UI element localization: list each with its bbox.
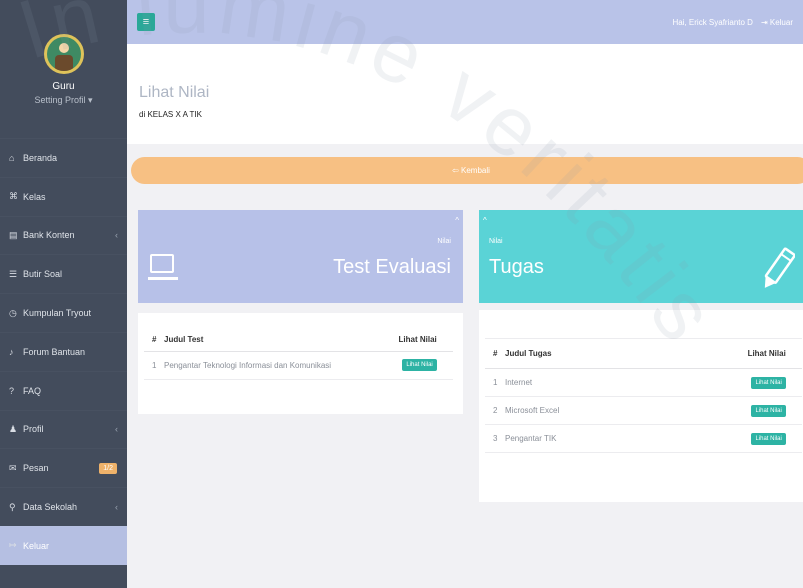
tugas-panel: # Judul Tugas Lihat Nilai 1 Internet Lih… [479, 310, 803, 502]
sidebar-item-label: FAQ [23, 385, 42, 396]
test-evaluasi-widget[interactable]: ^ Nilai Test Evaluasi [138, 210, 463, 303]
back-button[interactable]: ⇦ Kembali [131, 157, 803, 184]
logout-link[interactable]: ⇥ Keluar [761, 18, 793, 27]
sidebar-item-label: Bank Konten [23, 230, 75, 241]
class-icon: ⌘ [9, 191, 18, 202]
sidebar: Guru Setting Profil ▾ ⌂ Beranda ⌘ Kelas ▤ B… [0, 0, 127, 588]
sidebar-item-profil[interactable]: ♟ Profil ‹ [0, 410, 127, 449]
table-header-row: # Judul Test Lihat Nilai [144, 329, 453, 352]
sidebar-item-label: Beranda [23, 152, 58, 163]
lihat-nilai-button[interactable]: Lihat Nilai [402, 359, 437, 371]
topbar-user-area: Hai, Erick Syafrianto D ⇥ Keluar [672, 18, 793, 27]
sidebar-item-forum-bantuan[interactable]: ♪ Forum Bantuan [0, 332, 127, 371]
sidebar-item-label: Pesan [23, 463, 49, 474]
pencil-icon [764, 247, 795, 288]
table-header-row: # Judul Tugas Lihat Nilai [485, 338, 802, 369]
column-header-title: Judul Test [164, 329, 382, 352]
row-title: Microsoft Excel [505, 396, 654, 425]
forum-icon: ♪ [9, 346, 14, 357]
tryout-icon: ◷ [9, 307, 17, 318]
chevron-left-icon: ‹ [115, 502, 118, 513]
test-evaluasi-panel: # Judul Test Lihat Nilai 1 Pengantar Tek… [138, 313, 463, 414]
test-evaluasi-table: # Judul Test Lihat Nilai 1 Pengantar Tek… [144, 329, 453, 380]
profile-name: Guru [52, 81, 75, 92]
row-number: 1 [485, 368, 505, 397]
table-row: 3 Pengantar TIK Lihat Nilai [485, 424, 802, 453]
sidebar-item-beranda[interactable]: ⌂ Beranda [0, 138, 127, 177]
profile-setting-menu[interactable]: Setting Profil ▾ [34, 95, 92, 106]
logout-icon: ↦ [9, 540, 17, 551]
bank-icon: ▤ [9, 229, 18, 240]
envelope-icon: ✉ [9, 462, 17, 473]
chevron-left-icon: ‹ [115, 230, 118, 241]
sidebar-item-label: Profil [23, 424, 44, 435]
column-header-action: Lihat Nilai [381, 329, 453, 352]
home-icon: ⌂ [9, 152, 15, 163]
page-subtitle: di KELAS X A TIK [139, 110, 202, 119]
search-icon: ⚲ [9, 501, 16, 512]
page-header: Lihat Nilai di KELAS X A TIK [127, 44, 803, 144]
sidebar-item-data-sekolah[interactable]: ⚲ Data Sekolah ‹ [0, 487, 127, 526]
row-action-cell: Lihat Nilai [381, 351, 453, 380]
user-icon: ♟ [9, 423, 18, 434]
tugas-table: # Judul Tugas Lihat Nilai 1 Internet Lih… [485, 338, 802, 453]
column-header-action: Lihat Nilai [653, 338, 802, 369]
sidebar-item-label: Keluar [23, 540, 50, 551]
sidebar-item-label: Data Sekolah [23, 502, 78, 513]
widget-small-label: Nilai [437, 238, 451, 245]
widget-title: Test Evaluasi [333, 256, 451, 278]
sidebar-item-butir-soal[interactable]: ☰ Butir Soal [0, 254, 127, 293]
sidebar-item-kelas[interactable]: ⌘ Kelas [0, 177, 127, 216]
sidebar-item-keluar[interactable]: ↦ Keluar [0, 525, 127, 565]
hamburger-icon: ≡ [142, 16, 150, 28]
sidebar-item-kumpulan-tryout[interactable]: ◷ Kumpulan Tryout [0, 293, 127, 332]
sidebar-item-label: Butir Soal [23, 269, 63, 280]
widget-small-label: Nilai [489, 238, 503, 245]
row-title: Pengantar Teknologi Informasi dan Komuni… [164, 351, 382, 380]
table-row: 1 Pengantar Teknologi Informasi dan Komu… [144, 351, 453, 380]
sidebar-item-label: Kelas [23, 191, 46, 202]
column-header-title: Judul Tugas [505, 338, 654, 369]
avatar[interactable] [43, 34, 84, 74]
row-number: 1 [144, 351, 164, 380]
lihat-nilai-button[interactable]: Lihat Nilai [751, 432, 786, 445]
row-number: 3 [485, 424, 505, 453]
list-icon: ☰ [9, 268, 18, 279]
sidebar-item-label: Forum Bantuan [23, 346, 86, 357]
top-navbar: ≡ Hai, Erick Syafrianto D ⇥ Keluar [127, 0, 803, 44]
menu-toggle-button[interactable]: ≡ [137, 13, 155, 31]
row-title: Internet [505, 368, 654, 397]
user-greeting[interactable]: Hai, Erick Syafrianto D [672, 18, 752, 27]
sidebar-item-bank-konten[interactable]: ▤ Bank Konten ‹ [0, 216, 127, 255]
tugas-widget[interactable]: ^ Nilai Tugas [479, 210, 803, 303]
row-action-cell: Lihat Nilai [653, 368, 802, 397]
table-row: 2 Microsoft Excel Lihat Nilai [485, 396, 802, 425]
laptop-icon [148, 254, 178, 280]
row-action-cell: Lihat Nilai [653, 424, 802, 453]
profile-panel: Guru Setting Profil ▾ [0, 0, 127, 138]
column-header-number: # [485, 338, 505, 369]
lihat-nilai-button[interactable]: Lihat Nilai [751, 404, 786, 417]
collapse-icon[interactable]: ^ [483, 216, 487, 225]
row-number: 2 [485, 396, 505, 425]
sidebar-nav: ⌂ Beranda ⌘ Kelas ▤ Bank Konten ‹ ☰ Butir Soa… [0, 138, 127, 565]
message-count-badge: 1/2 [99, 462, 117, 474]
collapse-icon[interactable]: ^ [455, 216, 459, 225]
sidebar-item-faq[interactable]: ? FAQ [0, 371, 127, 410]
chevron-left-icon: ‹ [115, 424, 118, 435]
question-icon: ? [9, 385, 15, 396]
sidebar-item-pesan[interactable]: ✉ Pesan 1/2 [0, 448, 127, 487]
row-action-cell: Lihat Nilai [653, 396, 802, 425]
sidebar-item-label: Kumpulan Tryout [23, 308, 92, 319]
row-title: Pengantar TIK [505, 424, 654, 453]
lihat-nilai-button[interactable]: Lihat Nilai [751, 376, 786, 389]
widget-title: Tugas [489, 256, 544, 278]
page-title: Lihat Nilai [139, 84, 210, 101]
table-row: 1 Internet Lihat Nilai [485, 368, 802, 397]
column-header-number: # [144, 329, 164, 352]
